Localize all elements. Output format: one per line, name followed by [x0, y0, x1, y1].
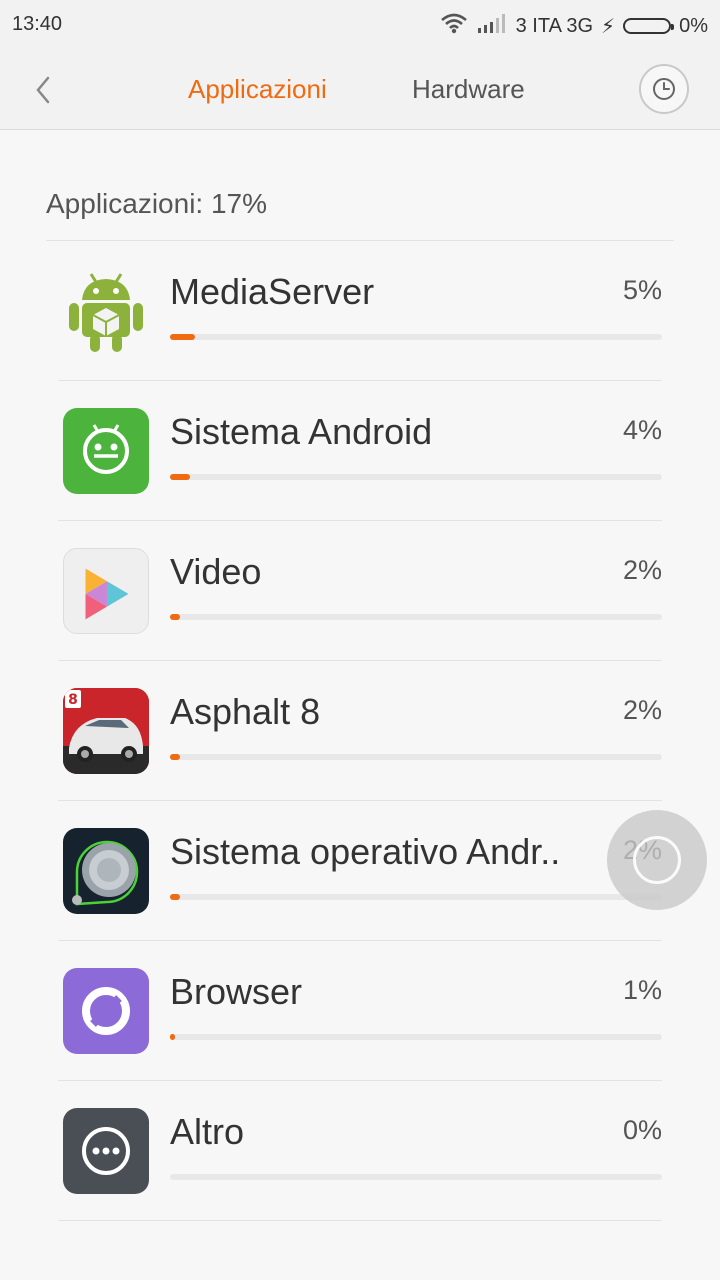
usage-bar-fill [170, 1034, 175, 1040]
list-item-sistema-android[interactable]: Sistema Android 4% [58, 381, 662, 521]
app-percent: 5% [622, 275, 662, 305]
history-button[interactable] [639, 64, 689, 114]
usage-bar-fill [170, 754, 180, 760]
status-time: 13:40 [12, 13, 63, 35]
app-name: Browser [170, 971, 303, 1012]
signal-icon [476, 12, 508, 40]
android-robot-icon [63, 268, 149, 354]
usage-bar [170, 334, 662, 340]
list-item-video[interactable]: Video 2% [58, 521, 662, 661]
usage-bar [170, 614, 662, 620]
svg-text:8: 8 [68, 692, 78, 708]
tab-applicazioni[interactable]: Applicazioni [188, 74, 327, 105]
android-system-icon [63, 408, 149, 494]
back-arrow-icon [36, 76, 50, 104]
usage-bar [170, 1174, 662, 1180]
android-os-icon [63, 828, 149, 914]
app-name: Altro [170, 1111, 245, 1152]
asphalt-8-icon: 8 [63, 688, 149, 774]
carrier-label: 3 ITA 3G [515, 14, 594, 37]
app-name: Video [170, 551, 262, 592]
history-clock-icon [653, 78, 675, 100]
more-dots-icon [63, 1108, 149, 1194]
usage-bar-fill [170, 894, 180, 900]
app-name: MediaServer [170, 271, 375, 312]
list-item-browser[interactable]: Browser 1% [58, 941, 662, 1081]
usage-bar [170, 1034, 662, 1040]
usage-bar [170, 474, 662, 480]
usage-bar [170, 754, 662, 760]
browser-icon [63, 968, 149, 1054]
app-usage-list: MediaServer 5% Sistema Android 4% Video … [0, 241, 720, 1221]
app-percent: 4% [622, 415, 662, 445]
usage-bar [170, 894, 662, 900]
tab-hardware[interactable]: Hardware [412, 74, 525, 105]
battery-percent: 0% [679, 14, 708, 37]
video-play-icon [63, 548, 149, 634]
list-item-mediaserver[interactable]: MediaServer 5% [58, 241, 662, 381]
usage-bar-fill [170, 334, 195, 340]
app-name: Sistema operativo Andr.. [170, 831, 561, 872]
app-percent: 0% [622, 1115, 662, 1145]
usage-bar-fill [170, 474, 190, 480]
status-icons: 3 ITA 3G ⚡ 0% [440, 12, 708, 40]
usage-bar-fill [170, 614, 180, 620]
quick-ball-ring-icon [633, 836, 681, 884]
charging-bolt-icon: ⚡ [601, 15, 616, 38]
header-bar: Applicazioni Hardware [0, 52, 720, 130]
battery-icon [623, 18, 675, 34]
status-bar: 13:40 3 ITA 3G ⚡ 0% [0, 0, 720, 52]
list-item-sistema-operativo[interactable]: Sistema operativo Andr.. 2% [58, 801, 662, 941]
list-item-asphalt-8[interactable]: 8 Asphalt 8 2% [58, 661, 662, 801]
app-name: Sistema Android [170, 411, 433, 452]
wifi-icon [440, 12, 468, 40]
app-percent: 2% [622, 555, 662, 585]
list-item-altro[interactable]: Altro 0% [58, 1081, 662, 1221]
floating-quick-ball[interactable] [607, 810, 707, 910]
back-button[interactable] [28, 74, 60, 106]
app-name: Asphalt 8 [170, 691, 321, 732]
app-percent: 2% [622, 695, 662, 725]
app-percent: 1% [622, 975, 662, 1005]
section-title: Applicazioni: 17% [46, 188, 268, 219]
